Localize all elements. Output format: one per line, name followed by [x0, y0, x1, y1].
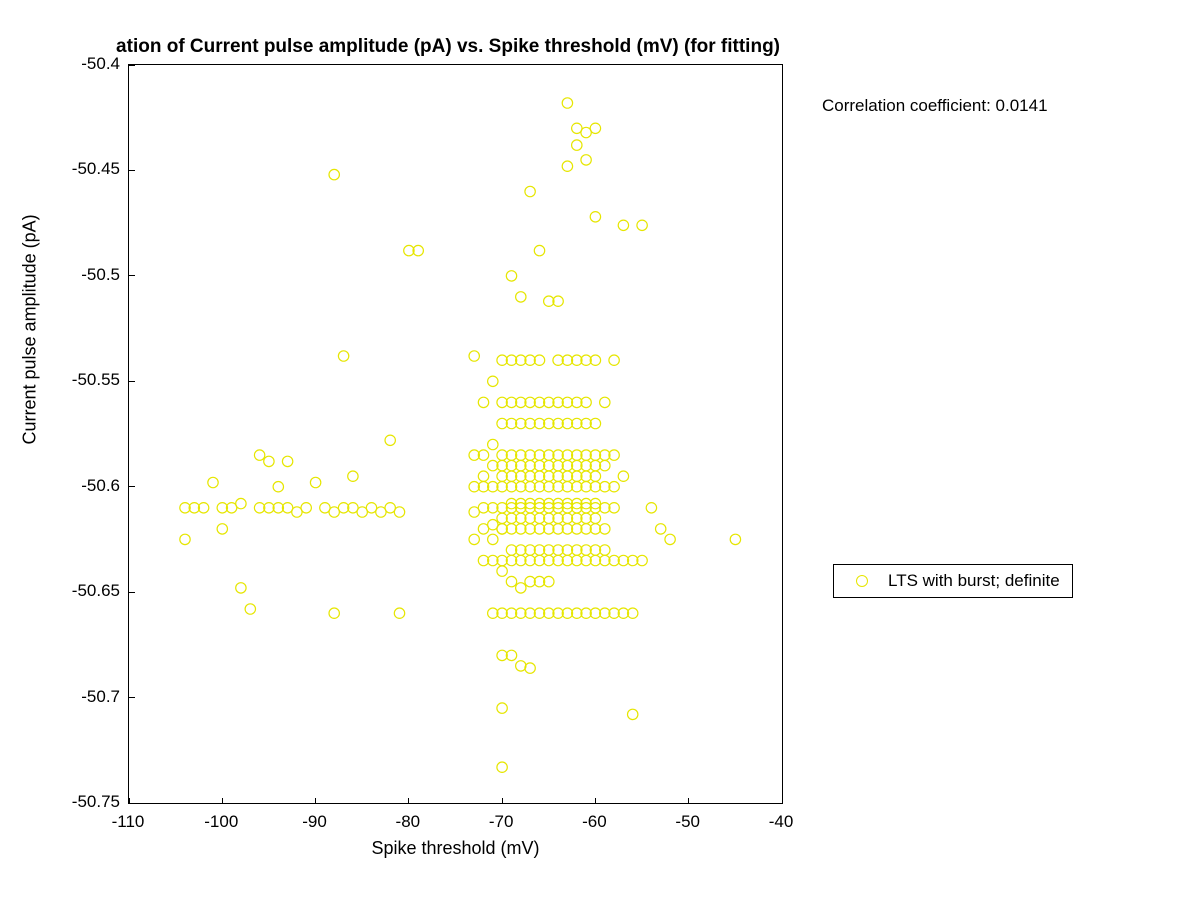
x-axis-label: Spike threshold (mV) [128, 838, 783, 859]
x-tick-label: -90 [302, 812, 327, 832]
correlation-annotation: Correlation coefficient: 0.0141 [822, 96, 1048, 116]
y-tick-label: -50.6 [60, 476, 120, 496]
y-tick-label: -50.75 [60, 792, 120, 812]
legend: LTS with burst; definite [833, 564, 1073, 598]
x-tick-label: -70 [489, 812, 514, 832]
x-tick-label: -80 [396, 812, 421, 832]
x-tick-label: -40 [769, 812, 794, 832]
y-tick-label: -50.7 [60, 687, 120, 707]
y-tick-label: -50.45 [60, 159, 120, 179]
y-axis-label: Current pulse amplitude (pA) [20, 214, 41, 444]
x-tick-label: -100 [204, 812, 238, 832]
legend-marker-icon [856, 575, 868, 587]
y-tick-label: -50.55 [60, 370, 120, 390]
plot-area [128, 64, 783, 804]
y-tick-label: -50.65 [60, 581, 120, 601]
x-tick-label: -60 [582, 812, 607, 832]
y-tick-label: -50.5 [60, 265, 120, 285]
x-tick-label: -110 [112, 812, 145, 832]
x-tick-label: -50 [675, 812, 700, 832]
scatter-points [129, 65, 782, 803]
legend-entry-label: LTS with burst; definite [888, 571, 1060, 591]
y-tick-label: -50.4 [60, 54, 120, 74]
